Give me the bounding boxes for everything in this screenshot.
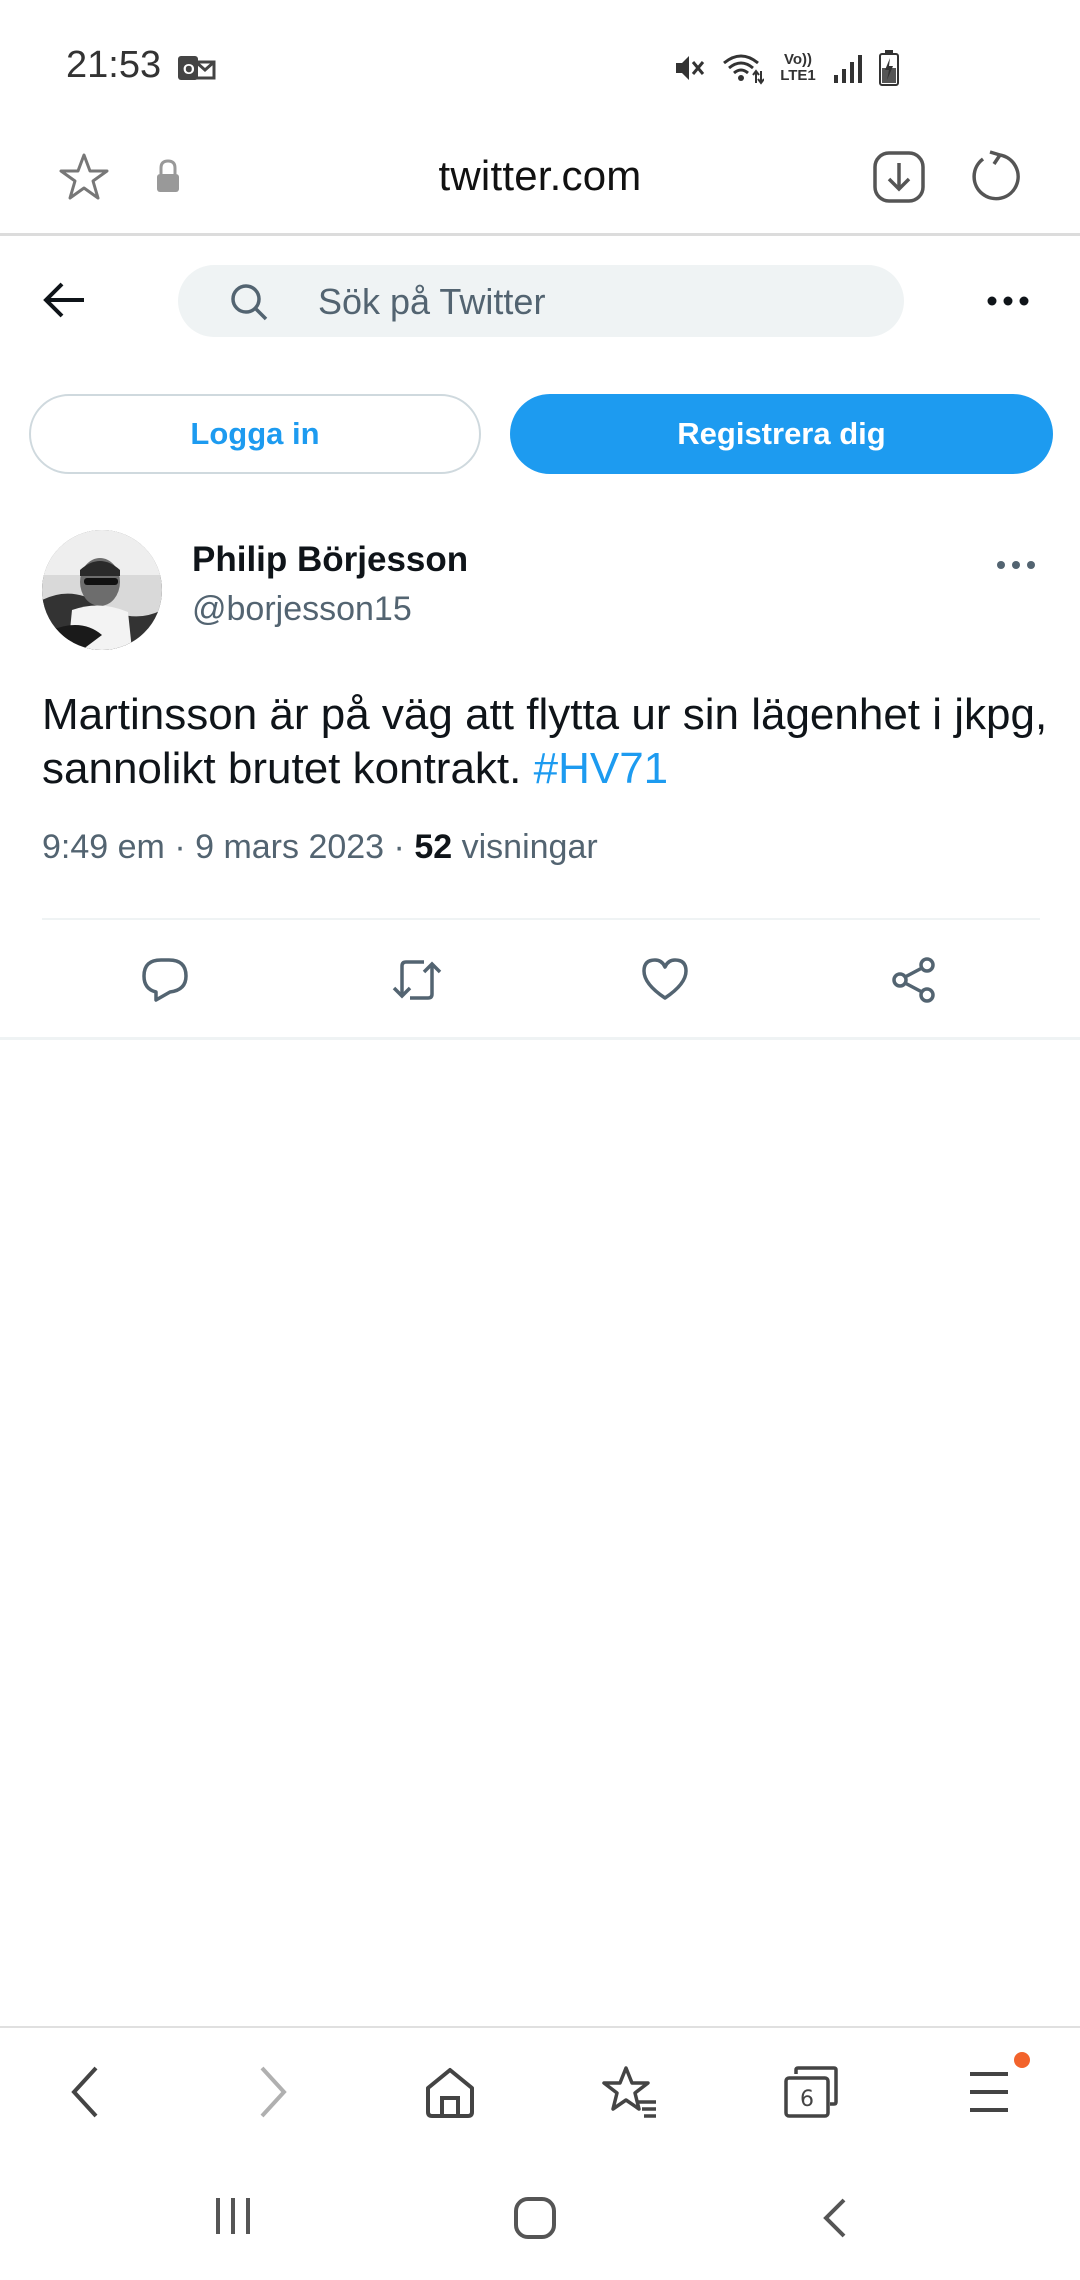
signal-icon [832, 53, 864, 83]
menu-icon[interactable] [966, 2064, 1012, 2125]
avatar[interactable] [42, 530, 162, 650]
back-icon[interactable] [66, 2064, 106, 2125]
outlook-notification-icon: O [176, 52, 216, 84]
login-button[interactable]: Logga in [29, 394, 481, 474]
search-icon [228, 281, 270, 328]
bookmarks-icon[interactable] [600, 2064, 660, 2125]
tabs-count: 6 [800, 2087, 814, 2112]
tweet-time[interactable]: 9:49 em [42, 828, 165, 866]
mute-icon [672, 51, 706, 85]
meta-separator: · [393, 828, 405, 866]
author-name[interactable]: Philip Börjesson [192, 540, 468, 580]
tweet-date[interactable]: 9 mars 2023 [195, 828, 384, 866]
reload-icon[interactable] [966, 148, 1024, 211]
battery-charging-icon [878, 50, 900, 86]
volte-icon: Vo)) LTE1 [780, 51, 816, 84]
more-icon[interactable] [986, 294, 1030, 312]
browser-bottom-bar: 6 [0, 2026, 1080, 2156]
tweet-text: Martinsson är på väg att flytta ur sin l… [42, 688, 1052, 796]
reply-icon[interactable] [140, 956, 190, 1009]
hashtag-link[interactable]: #HV71 [534, 744, 669, 793]
signup-button[interactable]: Registrera dig [510, 394, 1053, 474]
browser-url-bar: twitter.com [0, 128, 1080, 236]
recents-icon[interactable] [212, 2196, 254, 2241]
twitter-header: Sök på Twitter [0, 240, 1080, 360]
status-time: 21:53 [66, 44, 162, 86]
home-button-icon[interactable] [512, 2196, 558, 2245]
status-icons: Vo)) LTE1 [672, 46, 900, 90]
tweet-meta: 9:49 em · 9 mars 2023 · 52 visningar [42, 828, 598, 867]
svg-text:O: O [183, 61, 195, 78]
meta-separator: · [174, 828, 186, 866]
system-navigation-bar [0, 2156, 1080, 2280]
home-icon[interactable] [422, 2064, 478, 2125]
search-placeholder: Sök på Twitter [318, 281, 546, 322]
tweet-more-icon[interactable] [996, 558, 1036, 576]
share-icon[interactable] [890, 956, 938, 1009]
retweet-icon[interactable] [390, 956, 444, 1009]
views-count: 52 [414, 828, 453, 866]
wifi-icon [720, 51, 764, 85]
search-input[interactable]: Sök på Twitter [178, 265, 904, 337]
status-bar: 21:53 O Vo)) LTE1 [0, 0, 1080, 128]
author-handle[interactable]: @borjesson15 [192, 590, 412, 629]
forward-icon[interactable] [252, 2064, 292, 2125]
like-icon[interactable] [640, 956, 690, 1007]
tabs-icon[interactable]: 6 [782, 2064, 840, 2125]
tweet-actions [0, 920, 1080, 1038]
notification-dot [1014, 2052, 1030, 2068]
back-arrow-icon[interactable] [40, 278, 90, 327]
views-label: visningar [461, 828, 598, 866]
divider [0, 1037, 1080, 1040]
system-back-icon[interactable] [818, 2196, 852, 2245]
download-icon[interactable] [870, 148, 928, 211]
